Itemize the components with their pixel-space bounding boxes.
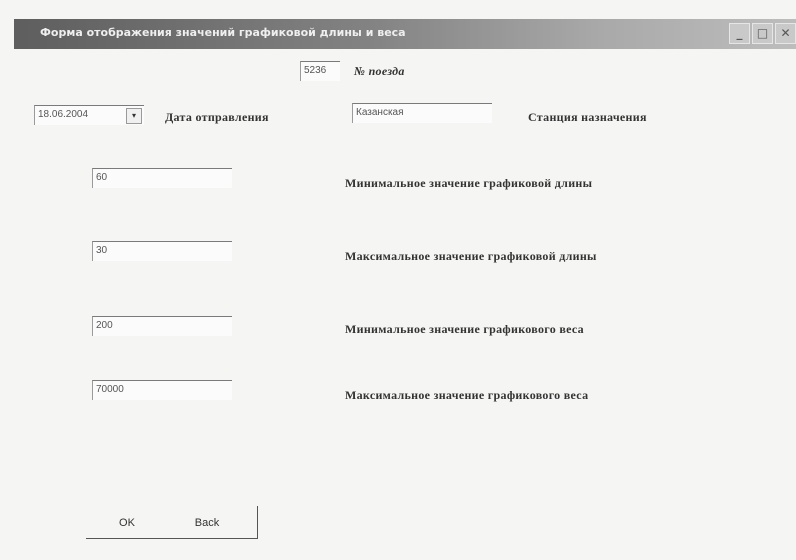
destination-station-label: Станция назначения (528, 110, 647, 124)
max-length-field[interactable]: 30 (92, 241, 232, 261)
departure-date-picker[interactable]: 18.06.2004 ▾ (34, 105, 144, 125)
max-weight-field[interactable]: 70000 (92, 380, 232, 400)
ok-button[interactable]: OK (104, 508, 150, 538)
close-button[interactable]: ✕ (775, 23, 796, 44)
max-weight-label: Максимальное значение графикового веса (345, 388, 589, 402)
maximize-button[interactable]: □ (752, 23, 773, 44)
train-number-label: № поезда (354, 64, 405, 78)
title-bar: Форма отображения значений графиковой дл… (14, 19, 796, 49)
destination-station-field[interactable]: Казанская (352, 103, 492, 123)
button-divider (257, 506, 258, 538)
min-length-label: Минимальное значение графиковой длины (345, 176, 593, 190)
minimize-button[interactable]: _ (729, 23, 750, 44)
min-length-field[interactable]: 60 (92, 168, 232, 188)
max-length-label: Максимальное значение графиковой длины (345, 249, 597, 263)
chevron-down-icon[interactable]: ▾ (126, 108, 142, 124)
departure-date-label: Дата отправления (165, 110, 269, 124)
train-number-field[interactable]: 5236 (300, 61, 340, 81)
back-button[interactable]: Back (184, 508, 230, 538)
buttons-underline (86, 538, 258, 539)
departure-date-value: 18.06.2004 (38, 109, 89, 120)
min-weight-label: Минимальное значение графикового веса (345, 322, 584, 336)
window-title: Форма отображения значений графиковой дл… (40, 26, 406, 39)
form-window: Форма отображения значений графиковой дл… (0, 0, 796, 560)
min-weight-field[interactable]: 200 (92, 316, 232, 336)
